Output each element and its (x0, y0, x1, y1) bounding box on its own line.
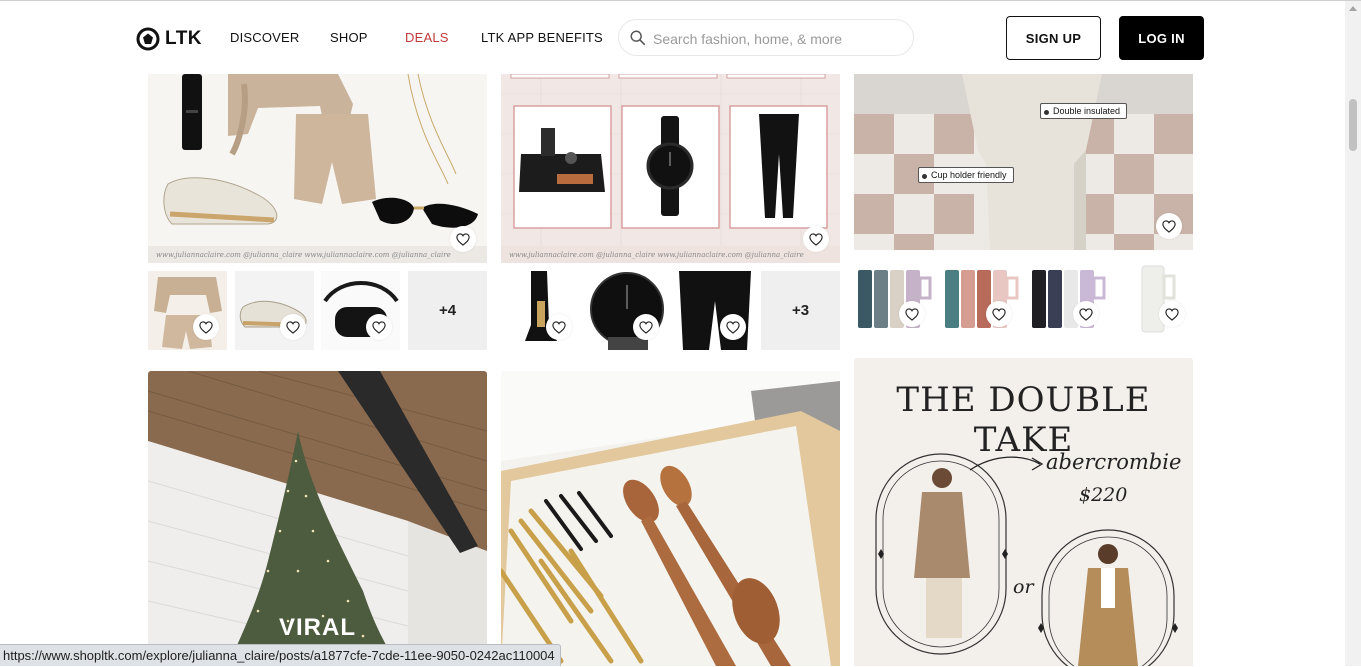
favorite-heart-icon[interactable] (450, 226, 476, 252)
outfit-watermark: www.juliannaclaire.com @julianna_claire … (156, 251, 451, 259)
logo-text: LTK (165, 28, 203, 49)
favorite-heart-icon[interactable] (1156, 213, 1182, 239)
product-thumb-joggers[interactable] (675, 271, 754, 350)
product-thumb-tumblers-blue[interactable] (854, 258, 933, 337)
site-header: LTK DISCOVER SHOP DEALS LTK APP BENEFITS… (0, 1, 1345, 74)
post-double-take-image[interactable]: THE DOUBLE TAKE abercrombie $220 or (854, 358, 1193, 666)
search-input[interactable] (651, 28, 905, 50)
product-thumb-sweater-set[interactable] (148, 271, 227, 350)
product-thumb-tumbler-white[interactable] (1114, 258, 1193, 337)
favorite-heart-icon[interactable] (280, 314, 306, 340)
ltk-logo[interactable]: LTK (136, 26, 202, 52)
mens-watermark: www.juliannaclaire.com @julianna_claire … (509, 251, 804, 259)
link-hover-status-bar: https://www.shopltk.com/explore/julianna… (0, 644, 561, 666)
product-thumb-tumblers-pink[interactable] (941, 258, 1020, 337)
favorite-heart-icon[interactable] (1159, 301, 1185, 327)
post-mens-gifts-image[interactable]: www.juliannaclaire.com @julianna_claire … (501, 74, 840, 263)
product-thumb-belt-bag[interactable] (321, 271, 400, 350)
favorite-heart-icon[interactable] (193, 314, 219, 340)
kitchen-drawer-photo (501, 371, 840, 666)
ltk-logo-icon (136, 27, 160, 51)
search-icon (630, 30, 646, 46)
double-take-brand: abercrombie (1046, 450, 1182, 474)
post-outfit-image[interactable]: www.juliannaclaire.com @julianna_claire … (148, 74, 487, 263)
favorite-heart-icon[interactable] (1073, 301, 1099, 327)
favorite-heart-icon[interactable] (633, 314, 659, 340)
log-in-button[interactable]: LOG IN (1119, 16, 1204, 60)
double-take-title: THE DOUBLE TAKE (896, 380, 1151, 460)
page-scrollbar[interactable] (1345, 1, 1361, 666)
post-christmas-tree-video[interactable]: VIRAL (148, 371, 487, 666)
nav-discover[interactable]: DISCOVER (230, 30, 300, 45)
double-take-or: or (1013, 576, 1034, 598)
nav-deals[interactable]: DEALS (405, 30, 449, 45)
favorite-heart-icon[interactable] (720, 314, 746, 340)
outfit-collage-image: www.juliannaclaire.com @julianna_claire … (148, 74, 487, 263)
favorite-heart-icon[interactable] (366, 314, 392, 340)
product-thumb-valet-stand[interactable] (501, 271, 580, 350)
post-kitchen-drawer-image[interactable] (501, 371, 840, 666)
callout-double-insulated: Double insulated (1040, 103, 1128, 119)
post-tumbler-image[interactable]: Double insulated Cup holder friendly (854, 74, 1193, 250)
tumbler-photo (854, 74, 1193, 250)
product-thumb-tumblers-dark[interactable] (1028, 258, 1107, 337)
nav-shop[interactable]: SHOP (330, 30, 368, 45)
product-thumb-sneaker[interactable] (235, 271, 314, 350)
nav-ltk-app-benefits[interactable]: LTK APP BENEFITS (481, 30, 603, 45)
viral-caption: VIRAL (279, 614, 356, 641)
callout-cup-holder-friendly: Cup holder friendly (918, 167, 1014, 183)
scrollbar-thumb[interactable] (1349, 99, 1357, 151)
favorite-heart-icon[interactable] (803, 226, 829, 252)
more-products-button[interactable]: +4 (408, 271, 487, 350)
search-bar[interactable] (618, 19, 914, 56)
more-products-button[interactable]: +3 (761, 271, 840, 350)
double-take-price: $220 (1079, 484, 1128, 506)
mens-gifts-collage-image: www.juliannaclaire.com @julianna_claire … (501, 74, 840, 263)
favorite-heart-icon[interactable] (986, 301, 1012, 327)
favorite-heart-icon[interactable] (899, 301, 925, 327)
favorite-heart-icon[interactable] (546, 314, 572, 340)
sign-up-button[interactable]: SIGN UP (1006, 16, 1101, 60)
product-thumb-black-watch[interactable] (588, 271, 667, 350)
scroll-up-arrow-icon[interactable] (1349, 6, 1357, 11)
